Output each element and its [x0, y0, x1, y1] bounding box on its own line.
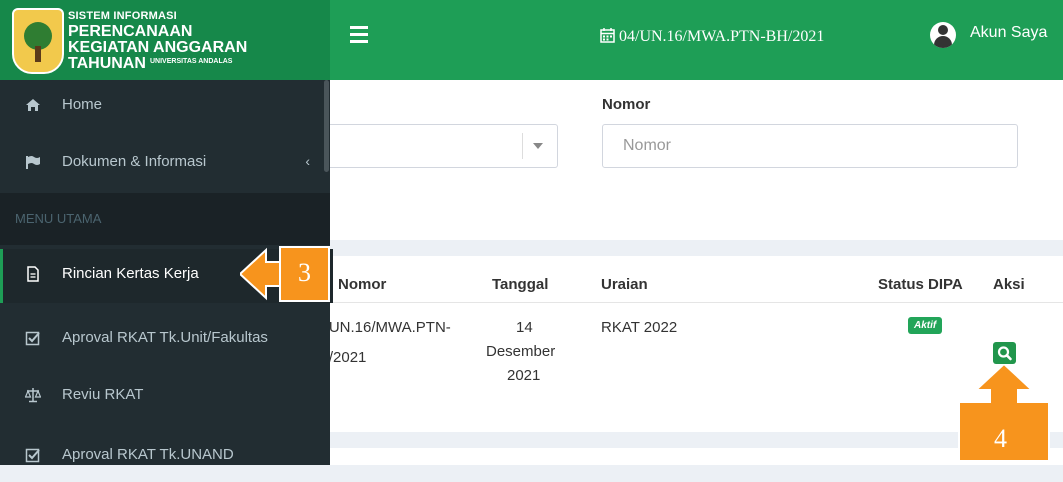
cell-uraian: RKAT 2022: [601, 319, 678, 336]
sidebar-item-reviu-rkat[interactable]: Reviu RKAT: [0, 370, 330, 422]
step-4-label: 4: [994, 424, 1007, 453]
sidebar-item-home[interactable]: Home: [0, 80, 330, 132]
flag-icon: [25, 154, 41, 170]
sidebar-item-label: Home: [62, 96, 103, 113]
sidebar-toggle-icon[interactable]: [350, 26, 368, 44]
brand-small-text: SISTEM INFORMASI: [68, 10, 177, 22]
document-number: 04/UN.16/MWA.PTN-BH/2021: [600, 28, 824, 46]
account-label: Akun Saya: [970, 24, 1048, 41]
cell-tanggal-line2: Desember: [486, 343, 556, 360]
document-number-text: 04/UN.16/MWA.PTN-BH/2021: [619, 28, 825, 45]
cell-tanggal-line3: 2021: [507, 367, 541, 384]
sidebar-item-aproval-unand[interactable]: Aproval RKAT Tk.UNAND: [0, 430, 330, 482]
document-table: Nomor Tanggal Uraian Status DIPA Aksi 04…: [308, 256, 1063, 432]
column-header-uraian: Uraian: [601, 276, 648, 293]
sidebar-item-label: Reviu RKAT: [62, 386, 144, 403]
sidebar-item-dokumen[interactable]: Dokumen & Informasi ‹: [0, 137, 330, 189]
sidebar-item-label: Dokumen & Informasi: [62, 153, 207, 170]
sidebar-item-label: Rincian Kertas Kerja: [62, 265, 199, 282]
column-header-tanggal: Tanggal: [492, 276, 549, 293]
calendar-icon: [600, 28, 615, 43]
top-header: SISTEM INFORMASI PERENCANAAN KEGIATAN AN…: [0, 0, 1063, 80]
arrow-left-icon: [240, 246, 330, 302]
check-square-icon: [25, 447, 41, 463]
brand-logo-area[interactable]: SISTEM INFORMASI PERENCANAAN KEGIATAN AN…: [0, 0, 330, 80]
user-avatar-icon: [930, 22, 956, 48]
sidebar-item-label: Aproval RKAT Tk.Unit/Fakultas: [62, 329, 268, 346]
step-3-label: 3: [298, 258, 311, 287]
chevron-left-icon: ‹: [305, 153, 310, 169]
university-emblem-icon: [12, 8, 64, 74]
sidebar-scrollbar[interactable]: [324, 80, 329, 172]
nomor-label: Nomor: [602, 96, 651, 113]
nomor-input[interactable]: [602, 124, 1018, 168]
sidebar-item-aproval-unit[interactable]: Aproval RKAT Tk.Unit/Fakultas: [0, 313, 330, 365]
sidebar-section-header: MENU UTAMA: [0, 193, 330, 245]
document-icon: [25, 266, 41, 282]
column-header-aksi: Aksi: [993, 276, 1025, 293]
sidebar-item-label: Aproval RKAT Tk.UNAND: [62, 446, 234, 463]
brand-subtitle: UNIVERSITAS ANDALAS: [150, 58, 233, 65]
view-detail-button[interactable]: [993, 342, 1016, 364]
chevron-down-icon: [533, 143, 543, 149]
main-content: Nomor Nomor Tanggal Uraian Status DIPA A…: [308, 80, 1063, 465]
footer-panel: [330, 448, 1063, 465]
check-square-icon: [25, 330, 41, 346]
step-4-callout: 4: [958, 364, 1050, 462]
balance-scale-icon: [24, 387, 42, 403]
filter-panel: Nomor: [330, 80, 1063, 240]
column-header-status: Status DIPA: [878, 276, 963, 293]
column-header-nomor: Nomor: [338, 276, 387, 293]
search-icon: [997, 346, 1012, 361]
status-badge: Aktif: [908, 317, 943, 334]
filter-select[interactable]: [330, 124, 558, 168]
step-3-callout: 3: [240, 246, 330, 302]
cell-tanggal-line1: 14: [516, 319, 533, 336]
home-icon: [25, 97, 41, 113]
